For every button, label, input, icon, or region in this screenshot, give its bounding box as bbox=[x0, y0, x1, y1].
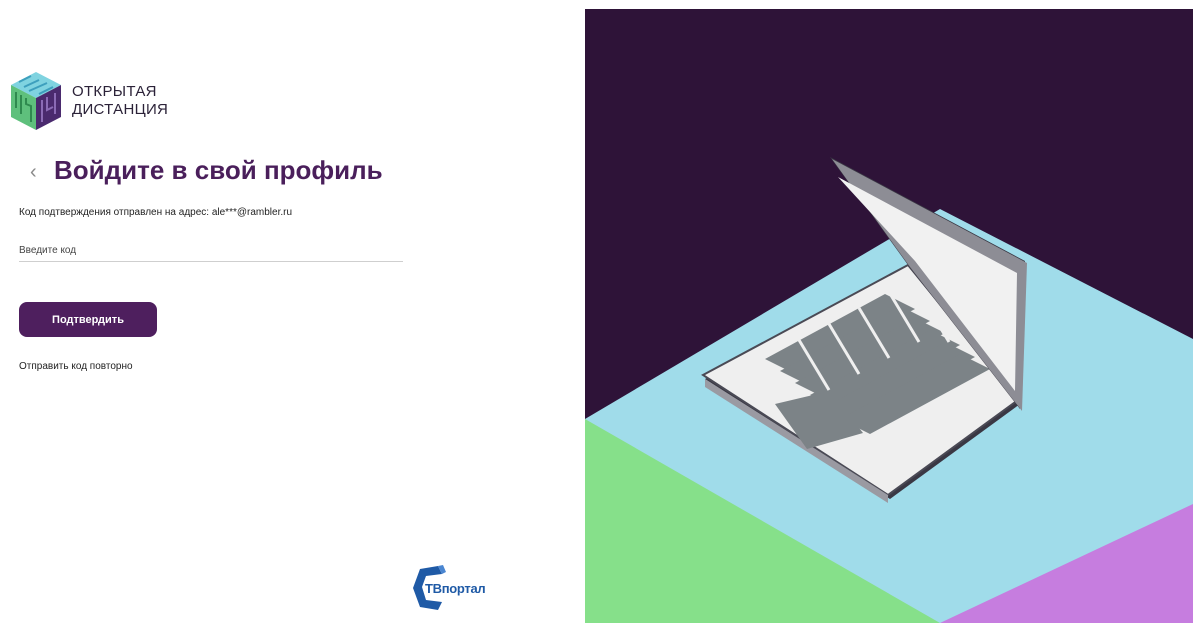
laptop-illustration bbox=[585, 9, 1193, 623]
brand-name: ОТКРЫТАЯ ДИСТАНЦИЯ bbox=[72, 83, 168, 119]
back-button[interactable]: ‹ bbox=[30, 160, 37, 184]
chevron-left-icon: ‹ bbox=[30, 161, 37, 183]
page-title: Войдите в свой профиль bbox=[54, 155, 383, 185]
login-panel: ОТКРЫТАЯ ДИСТАНЦИЯ ‹ Войдите в свой проф… bbox=[0, 0, 585, 623]
laptop-scene-image bbox=[585, 9, 1193, 623]
confirm-button[interactable]: Подтвердить bbox=[19, 302, 157, 337]
brand-line-2: ДИСТАНЦИЯ bbox=[72, 101, 169, 118]
code-input[interactable] bbox=[19, 239, 403, 262]
tvportal-logo: ТВпортал bbox=[410, 563, 510, 613]
code-sent-message: Код подтверждения отправлен на адрес: al… bbox=[19, 207, 293, 218]
tvportal-wordmark: ТВпортал bbox=[425, 581, 486, 596]
resend-code-link[interactable]: Отправить код повторно bbox=[19, 361, 133, 372]
tvportal-wordmark-portal: портал bbox=[441, 581, 486, 596]
cube-logo-icon bbox=[11, 72, 61, 130]
brand-line-1: ОТКРЫТАЯ bbox=[72, 83, 157, 100]
tvportal-wordmark-tv: ТВ bbox=[425, 581, 442, 596]
brand-logo: ОТКРЫТАЯ ДИСТАНЦИЯ bbox=[9, 70, 168, 132]
